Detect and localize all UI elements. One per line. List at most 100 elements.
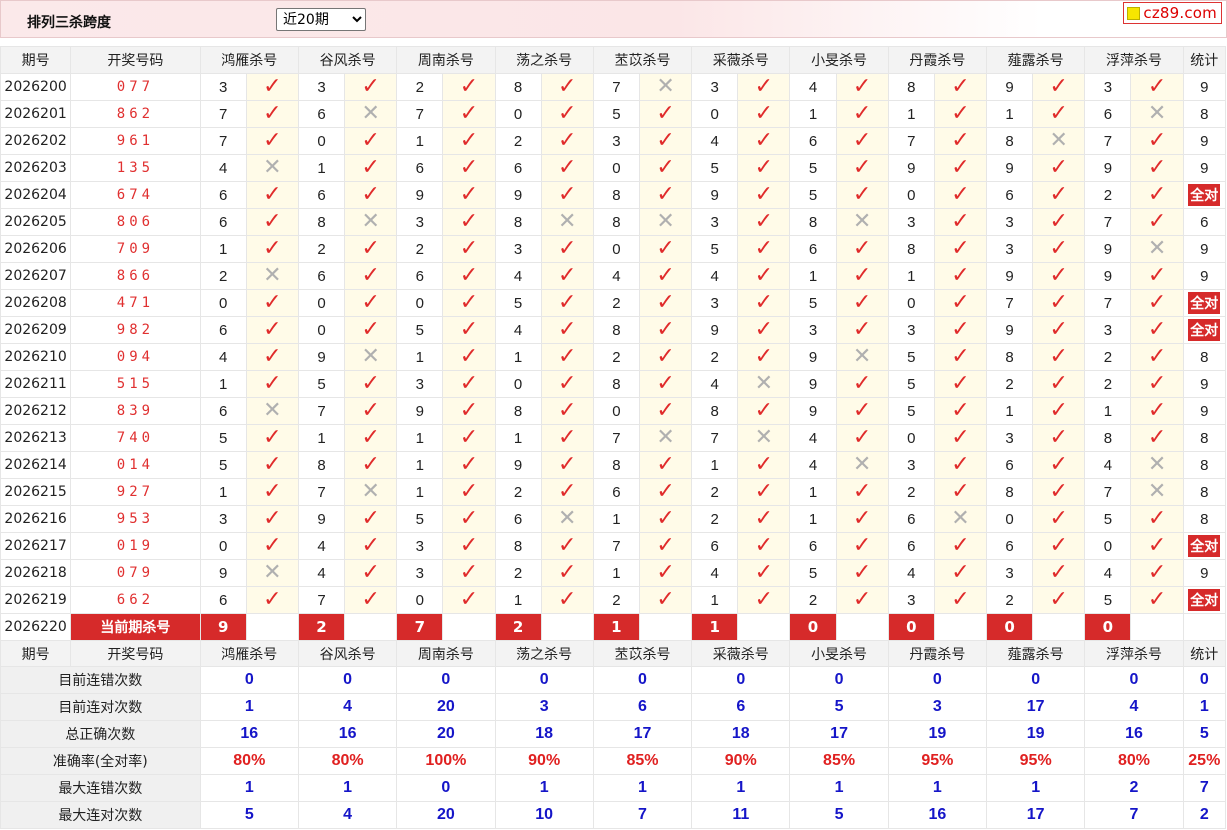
kill-result-cell: ✓: [737, 316, 791, 344]
kill-number-cell: 1: [789, 478, 837, 506]
period-cell: 2026204: [0, 181, 72, 209]
checkmark-icon: ✓: [459, 479, 479, 504]
column-header-expert[interactable]: 苤苡杀号: [592, 46, 693, 74]
kill-result-cell: ✓: [638, 397, 693, 425]
checkmark-icon: ✓: [459, 560, 479, 585]
kill-result-cell: ✓: [835, 73, 889, 101]
checkmark-icon: ✓: [754, 398, 774, 423]
kill-result-cell: ✓: [245, 208, 299, 236]
current-period-cell: 2026220: [0, 613, 72, 641]
checkmark-icon: ✓: [852, 479, 872, 504]
kill-result-cell: ✓: [933, 586, 988, 614]
column-header-expert[interactable]: 薤露杀号: [986, 46, 1086, 74]
checkmark-icon: ✓: [1147, 344, 1167, 369]
summary-value: 6: [592, 693, 693, 721]
checkmark-icon: ✓: [558, 533, 577, 558]
checkmark-icon: ✓: [263, 533, 282, 558]
kill-number-cell: 5: [789, 289, 837, 317]
column-header-expert[interactable]: 谷风杀号: [297, 640, 398, 667]
brand-badge[interactable]: cz89.com: [1123, 2, 1222, 24]
kill-result-cell: ✓: [1032, 478, 1086, 506]
checkmark-icon: ✓: [852, 290, 872, 315]
kill-result-cell: ✓: [933, 424, 988, 452]
kill-result-cell: ✓: [1032, 505, 1086, 533]
kill-result-cell: ✓: [1130, 154, 1184, 182]
period-range-select[interactable]: 近20期: [276, 8, 366, 31]
column-header-expert[interactable]: 丹霞杀号: [887, 46, 988, 74]
kill-result-cell: ✓: [638, 343, 693, 371]
kill-result-cell: ✓: [540, 343, 594, 371]
kill-number-cell: 2: [592, 343, 640, 371]
kill-result-cell: ✓: [540, 451, 594, 479]
kill-number-cell: 1: [789, 505, 837, 533]
column-header-expert[interactable]: 周南杀号: [396, 640, 496, 667]
kill-number-cell: 2: [1084, 370, 1132, 398]
table-row: 2026217 019 0 ✓ 4 ✓ 3 ✓ 8 ✓ 7 ✓ 6 ✓ 6 ✓ 6 ✓ 6 ✓ 0 ✓ 全对: [0, 532, 1227, 560]
summary-value: 80%: [199, 747, 299, 775]
kill-result-cell: ✓: [933, 289, 988, 317]
kill-result-cell: ✓: [835, 262, 889, 290]
column-header-expert[interactable]: 采薇杀号: [691, 46, 791, 74]
kill-number-cell: 4: [1084, 451, 1132, 479]
column-header-expert[interactable]: 谷风杀号: [297, 46, 398, 74]
kill-result-cell: ✓: [1130, 73, 1184, 101]
checkmark-icon: ✓: [852, 101, 872, 126]
column-header-expert[interactable]: 丹霞杀号: [887, 640, 988, 667]
column-header-expert[interactable]: 苤苡杀号: [592, 640, 693, 667]
summary-stat: 7: [1182, 774, 1227, 802]
kill-number-cell: 2: [691, 343, 739, 371]
current-kill-spacer: [344, 613, 398, 641]
column-header-expert[interactable]: 鸿雁杀号: [199, 46, 299, 74]
column-header-expert[interactable]: 小旻杀号: [789, 46, 889, 74]
period-cell: 2026218: [0, 559, 72, 587]
checkmark-icon: ✓: [263, 128, 282, 153]
cross-icon: ✕: [1147, 479, 1167, 504]
kill-result-cell: ✕: [245, 154, 299, 182]
draw-number-cell: 674: [70, 181, 201, 209]
kill-number-cell: 6: [887, 532, 935, 560]
kill-result-cell: ✓: [540, 370, 594, 398]
cross-icon: ✕: [361, 344, 380, 369]
column-header-expert[interactable]: 周南杀号: [396, 46, 496, 74]
kill-result-cell: ✕: [1130, 100, 1184, 128]
kill-result-cell: ✓: [442, 127, 496, 155]
column-header-expert[interactable]: 小旻杀号: [789, 640, 889, 667]
summary-value: 0: [691, 666, 791, 694]
kill-result-cell: ✓: [442, 73, 496, 101]
kill-number-cell: 4: [494, 262, 542, 290]
kill-result-cell: ✓: [245, 343, 299, 371]
checkmark-icon: ✓: [558, 182, 577, 207]
column-header-expert[interactable]: 浮萍杀号: [1084, 640, 1184, 667]
checkmark-icon: ✓: [656, 371, 675, 396]
summary-stat: 2: [1182, 801, 1227, 829]
checkmark-icon: ✓: [361, 290, 380, 315]
draw-number-cell: 709: [70, 235, 201, 263]
kill-result-cell: ✓: [933, 316, 988, 344]
checkmark-icon: ✓: [951, 398, 970, 423]
column-header-expert[interactable]: 薤露杀号: [986, 640, 1086, 667]
column-header-expert[interactable]: 鸿雁杀号: [199, 640, 299, 667]
kill-span-table: 期号 开奖号码 鸿雁杀号 谷风杀号 周南杀号 荡之杀号 苤苡杀号 采薇杀号 小旻杀号 丹霞杀号 薤露…: [0, 46, 1227, 829]
summary-value: 1: [199, 774, 299, 802]
checkmark-icon: ✓: [852, 236, 872, 261]
checkmark-icon: ✓: [263, 317, 282, 342]
checkmark-icon: ✓: [263, 209, 282, 234]
column-header-expert[interactable]: 荡之杀号: [494, 640, 594, 667]
kill-number-cell: 3: [691, 73, 739, 101]
checkmark-icon: ✓: [263, 101, 282, 126]
summary-value: 0: [396, 774, 496, 802]
checkmark-icon: ✓: [263, 236, 282, 261]
kill-result-cell: ✓: [344, 289, 398, 317]
checkmark-icon: ✓: [754, 290, 774, 315]
kill-number-cell: 8: [297, 451, 346, 479]
column-header-expert[interactable]: 荡之杀号: [494, 46, 594, 74]
column-header-expert[interactable]: 采薇杀号: [691, 640, 791, 667]
kill-result-cell: ✓: [1032, 559, 1086, 587]
column-header-expert[interactable]: 浮萍杀号: [1084, 46, 1184, 74]
summary-value: 1: [199, 693, 299, 721]
kill-result-cell: ✓: [245, 235, 299, 263]
kill-number-cell: 3: [396, 532, 444, 560]
stat-cell: 8: [1182, 100, 1227, 128]
summary-value: 16: [1084, 720, 1184, 748]
checkmark-icon: ✓: [1147, 560, 1167, 585]
